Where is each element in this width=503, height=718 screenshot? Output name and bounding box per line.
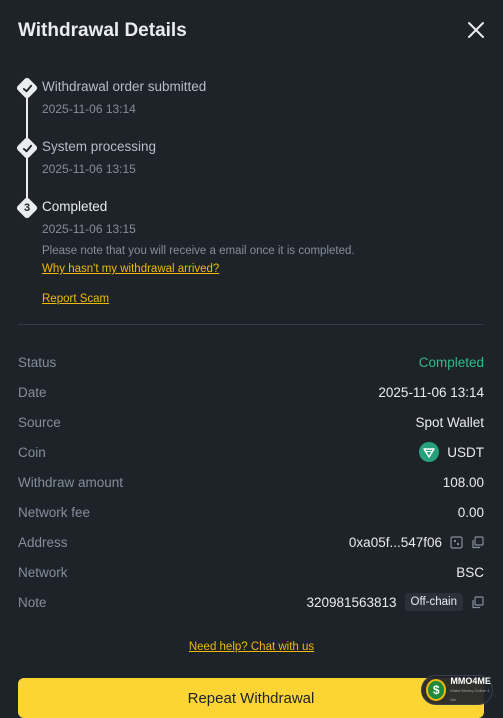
step-time: 2025-11-06 13:14 (42, 102, 136, 116)
address-value: 0xa05f...547f06 (348, 534, 442, 550)
timeline-step-processing: System processing 2025-11-06 13:15 (14, 136, 156, 178)
detail-row-date: Date 2025-11-06 13:14 (18, 377, 484, 407)
row-label: Address (18, 534, 68, 550)
off-chain-badge: Off-chain (404, 593, 463, 611)
step-title: Withdrawal order submitted (42, 79, 207, 94)
note-value: 320981563813 (306, 594, 397, 610)
row-label: Coin (18, 444, 46, 460)
step-time: 2025-11-06 13:15 (42, 162, 136, 176)
detail-row-source: Source Spot Wallet (18, 407, 484, 437)
modal-header: Withdrawal Details (18, 17, 487, 45)
watermark-logo: $ MMO4ME Make Money Online 4 Me (421, 675, 493, 705)
watermark-name: MMO4ME (450, 675, 491, 686)
detail-row-network: Network BSC (18, 557, 484, 587)
network-value: BSC (456, 564, 484, 580)
detail-row-status: Status Completed (18, 347, 484, 377)
status-value: Completed (418, 354, 484, 370)
source-value: Spot Wallet (415, 414, 484, 430)
copy-icon[interactable] (471, 535, 484, 549)
coin-usdt-icon (419, 442, 440, 462)
detail-row-coin: Coin USDT (18, 437, 484, 467)
watermark-sub: Make Money Online 4 Me (450, 687, 490, 702)
step-time: 2025-11-06 13:15 (42, 222, 136, 236)
coin-value-group: USDT (419, 442, 484, 462)
detail-row-fee: Network fee 0.00 (18, 497, 484, 527)
note-value-group: 320981563813 Off-chain (306, 593, 484, 611)
timeline-step-submitted: Withdrawal order submitted 2025-11-06 13… (14, 76, 206, 118)
report-scam-link[interactable]: Report Scam (42, 291, 462, 307)
why-not-arrived-link[interactable]: Why hasn't my withdrawal arrived? (42, 261, 462, 277)
divider (18, 324, 484, 325)
copy-icon[interactable] (471, 595, 484, 609)
row-label: Source (18, 414, 61, 430)
fee-value: 0.00 (457, 504, 484, 520)
modal-title: Withdrawal Details (18, 20, 187, 41)
row-label: Withdraw amount (18, 474, 124, 490)
close-icon[interactable] (465, 19, 487, 41)
timeline-step-completed: 3 Completed 2025-11-06 13:15 Please note… (14, 196, 462, 307)
check-icon (19, 140, 35, 156)
row-label: Network (18, 564, 68, 580)
help-section: Need help? Chat with us (0, 637, 503, 655)
address-value-group: 0xa05f...547f06 (349, 535, 484, 550)
amount-value: 108.00 (442, 474, 484, 490)
row-label: Note (18, 594, 47, 610)
row-label: Date (18, 384, 47, 400)
completion-note: Please note that you will receive a emai… (42, 245, 355, 257)
row-label: Network fee (18, 504, 91, 520)
check-icon (19, 80, 35, 96)
chat-help-link[interactable]: Need help? Chat with us (189, 641, 314, 653)
qr-code-icon[interactable] (450, 535, 463, 549)
coin-value: USDT (447, 444, 484, 460)
dollar-coin-icon: $ (426, 679, 447, 701)
repeat-withdrawal-button[interactable]: Repeat Withdrawal (18, 678, 484, 718)
step-title: System processing (42, 139, 157, 154)
row-label: Status (18, 354, 57, 370)
details-list: Status Completed Date 2025-11-06 13:14 S… (18, 347, 484, 617)
step-number: 3 (23, 202, 31, 214)
detail-row-note: Note 320981563813 Off-chain (18, 587, 484, 617)
detail-row-address: Address 0xa05f...547f06 (18, 527, 484, 557)
detail-row-amount: Withdraw amount 108.00 (18, 467, 484, 497)
date-value: 2025-11-06 13:14 (378, 384, 484, 400)
watermark-text: MMO4ME Make Money Online 4 Me (450, 675, 492, 704)
step-title: Completed (42, 199, 108, 214)
